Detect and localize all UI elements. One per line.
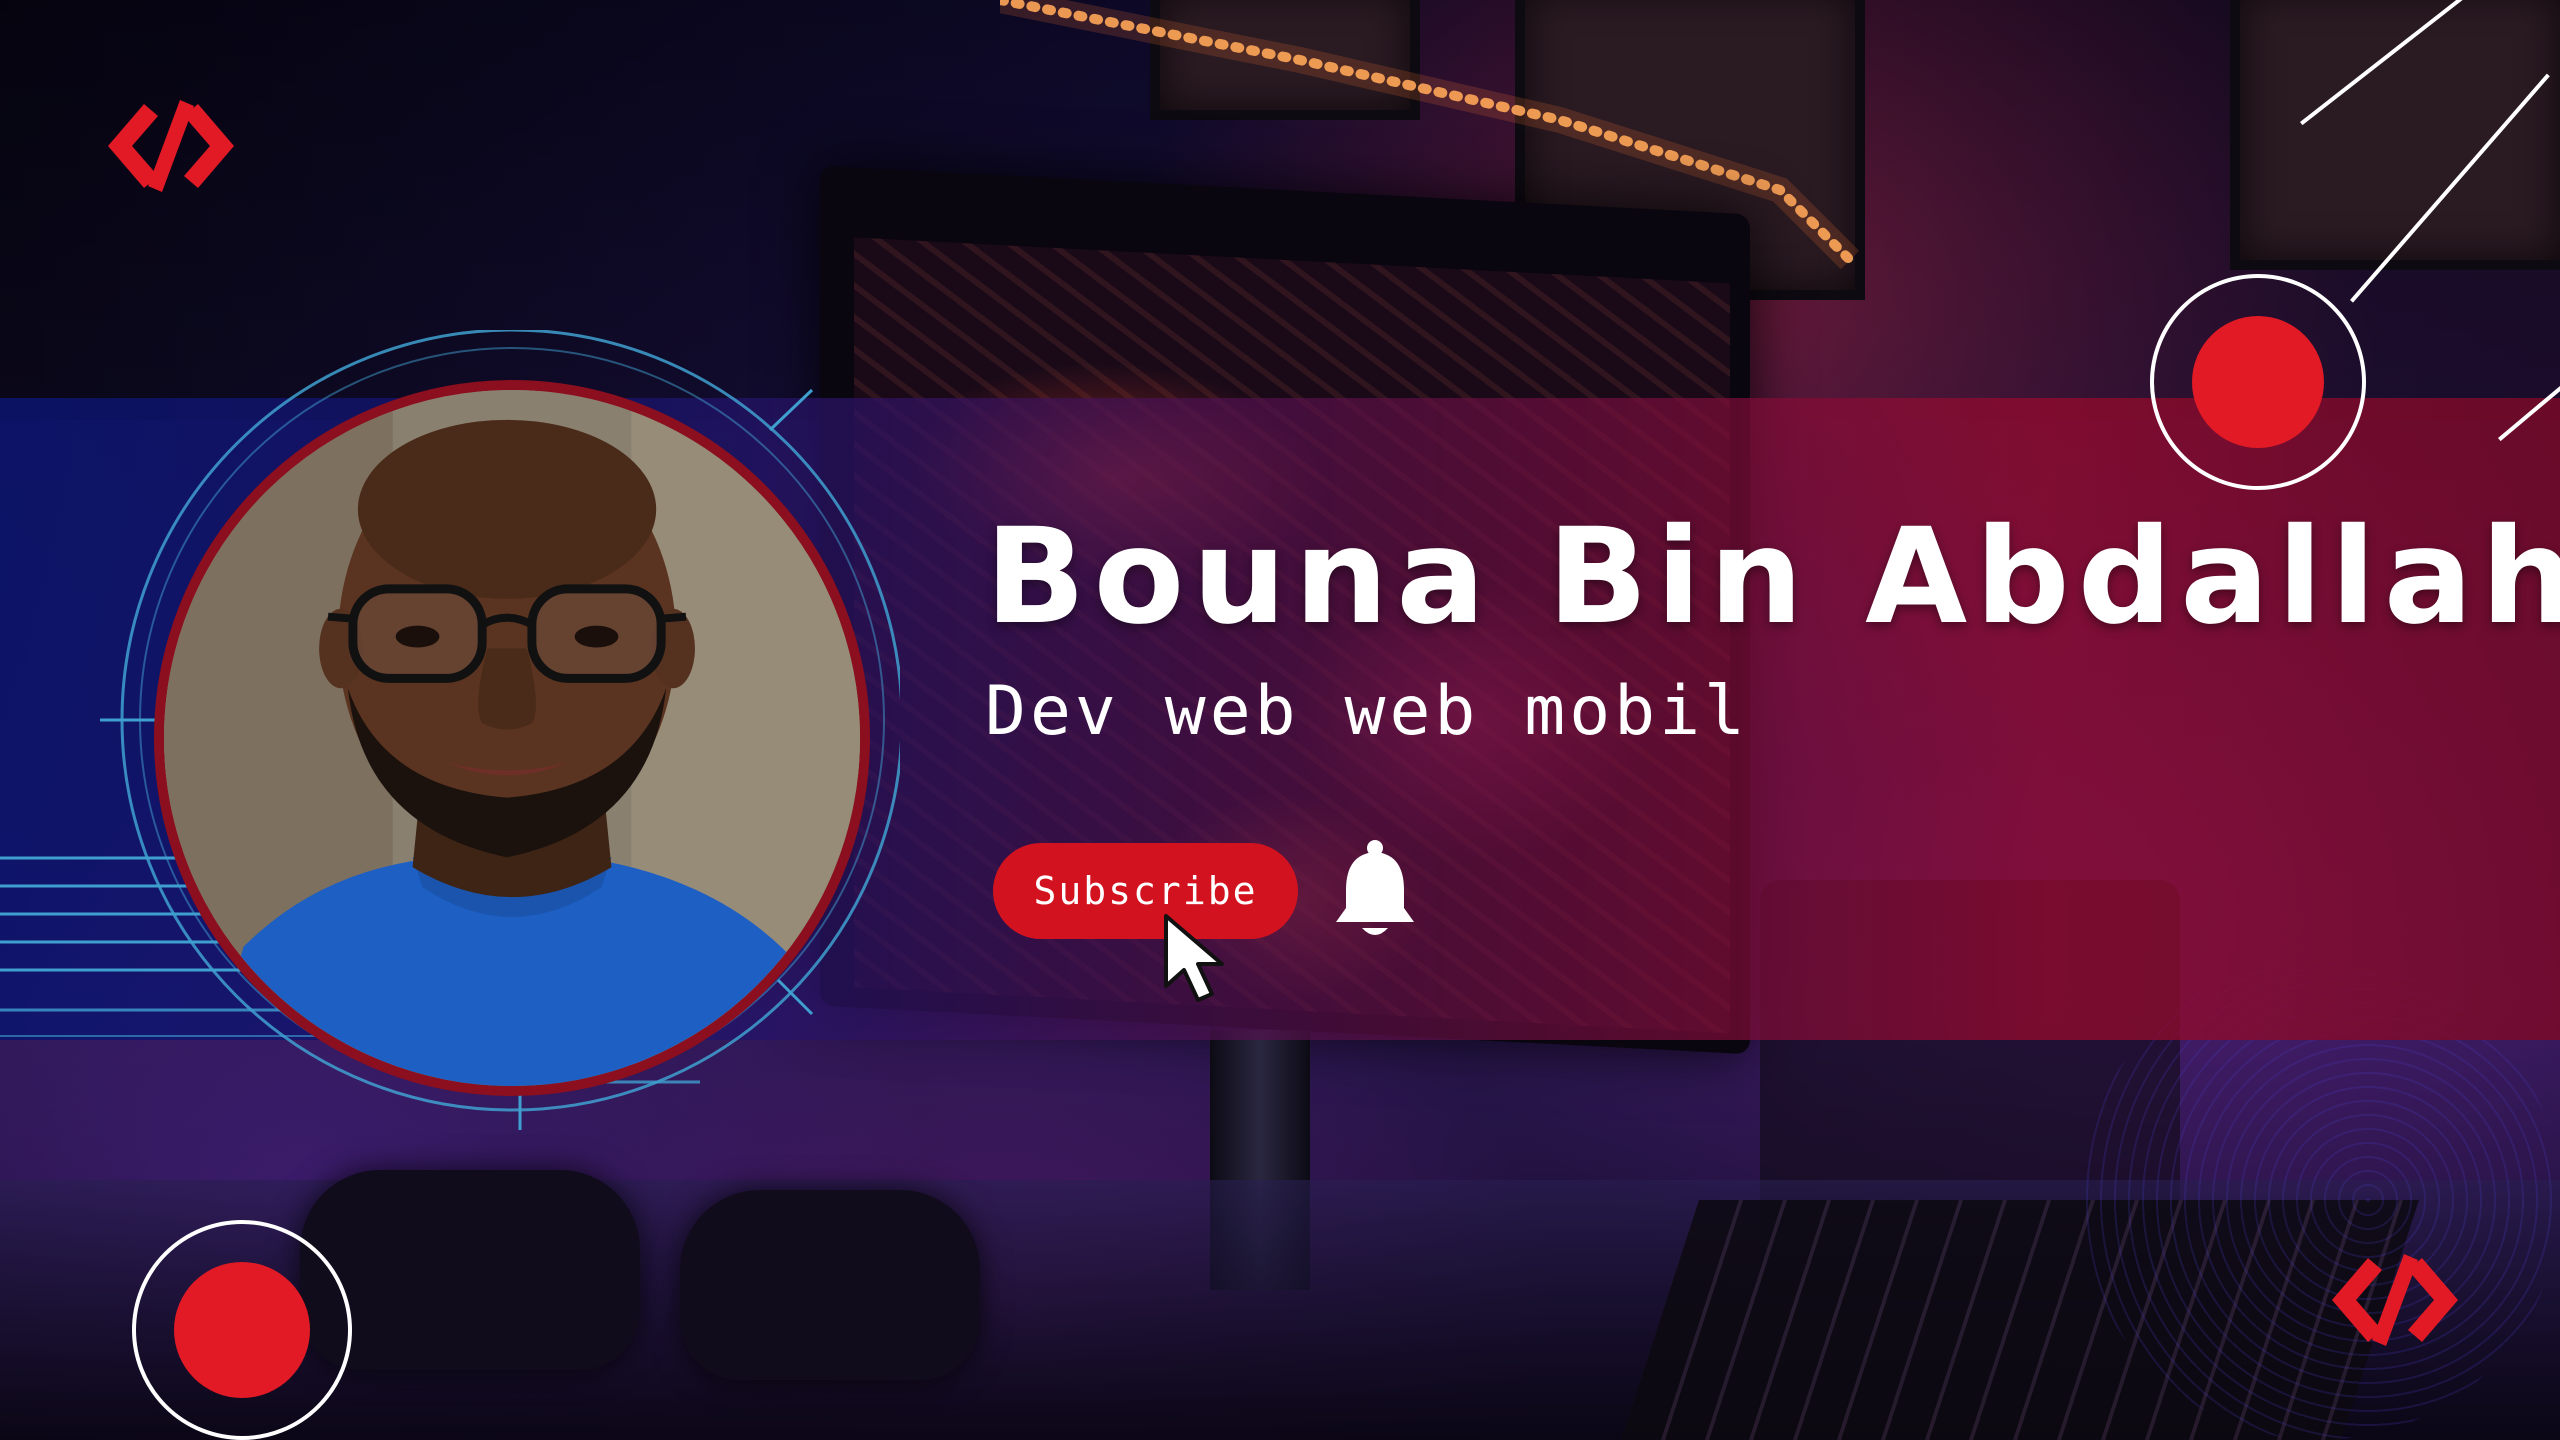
avatar-portrait	[164, 390, 860, 1086]
record-dot	[174, 1262, 310, 1398]
wall-frame	[2230, 0, 2560, 270]
game-controller	[680, 1190, 980, 1380]
record-icon	[2150, 274, 2366, 490]
record-icon	[132, 1220, 352, 1440]
record-dot	[2192, 316, 2324, 448]
channel-tagline: Dev web web mobil	[985, 672, 1749, 751]
code-brackets-icon	[108, 100, 234, 192]
avatar	[154, 380, 870, 1096]
cursor-icon	[1164, 914, 1224, 1002]
subscribe-button[interactable]: Subscribe	[993, 843, 1298, 939]
channel-banner: Bouna Bin Abdallah Dev web web mobil Sub…	[0, 0, 2560, 1440]
bell-icon[interactable]	[1332, 838, 1418, 942]
code-brackets-icon	[2332, 1254, 2458, 1346]
channel-name: Bouna Bin Abdallah	[985, 500, 2560, 654]
